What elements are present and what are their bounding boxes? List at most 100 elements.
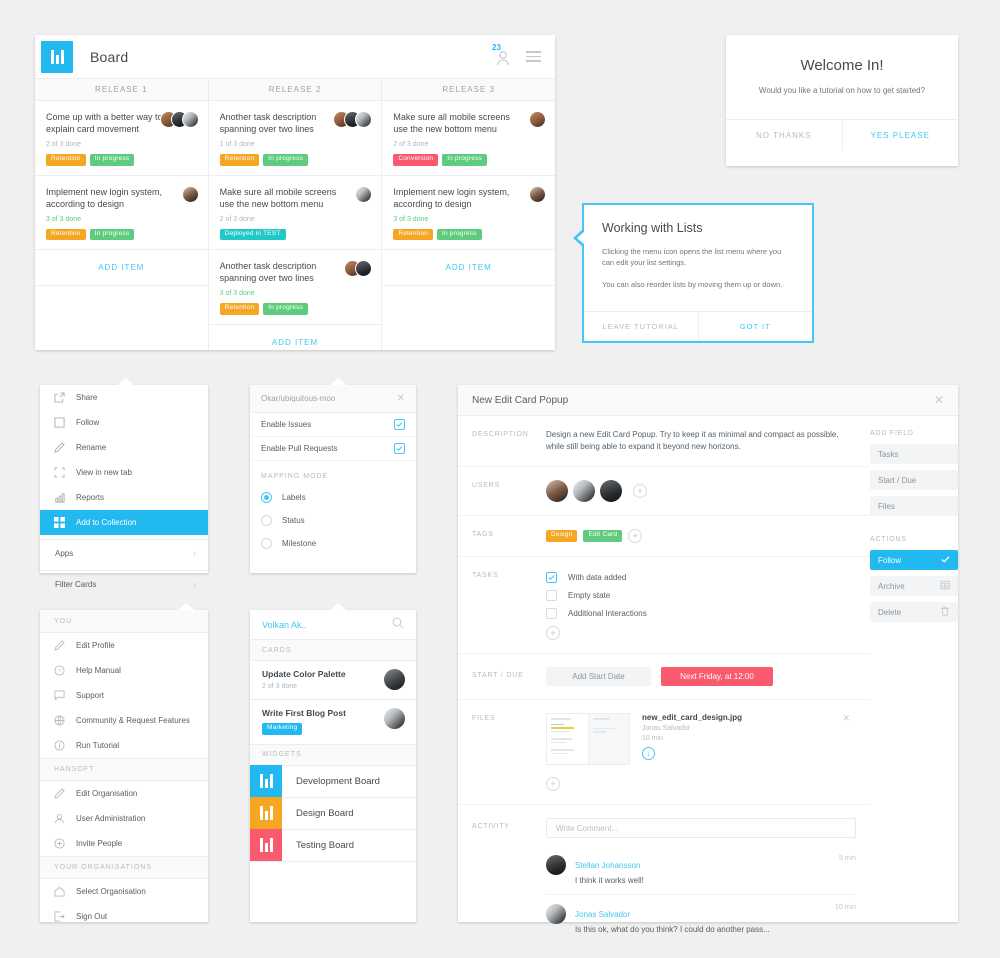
comment-input[interactable]: Write Comment... — [546, 818, 856, 838]
widget-design-board[interactable]: Design Board — [250, 797, 416, 830]
remove-file-icon[interactable]: ✕ — [842, 713, 850, 724]
column-header[interactable]: RELEASE 3 — [382, 79, 556, 101]
radio-option-milestone[interactable]: Milestone — [250, 532, 416, 555]
board-card[interactable]: Implement new login system, according to… — [382, 176, 556, 250]
radio-icon[interactable] — [261, 515, 272, 526]
add-item-button[interactable]: ADD ITEM — [35, 250, 208, 286]
close-icon[interactable]: ✕ — [397, 393, 405, 404]
avatar[interactable] — [384, 708, 405, 729]
avatar[interactable] — [529, 111, 547, 128]
archive-button[interactable]: Archive — [870, 576, 958, 596]
board-card[interactable]: Make sure all mobile screens use the new… — [382, 101, 556, 176]
tag[interactable]: Retention — [219, 303, 260, 315]
tag[interactable]: In progress — [89, 154, 135, 166]
widget-testing-board[interactable]: Testing Board — [250, 829, 416, 862]
tag[interactable]: Design — [546, 530, 578, 542]
tag[interactable]: In progress — [89, 228, 135, 240]
menu-item-select-organisation[interactable]: Select Organisation — [40, 879, 208, 904]
avatar[interactable] — [355, 111, 373, 128]
checkbox-icon[interactable] — [546, 572, 557, 583]
menu-item-run-tutorial[interactable]: Run Tutorial — [40, 733, 208, 758]
add-item-button[interactable]: ADD ITEM — [382, 250, 556, 286]
tag[interactable]: In progress — [442, 154, 487, 166]
avatar[interactable] — [546, 904, 566, 924]
due-date-button[interactable]: Next Friday, at 12:00 — [661, 667, 773, 686]
checkbox-icon[interactable] — [394, 419, 405, 430]
menu-item-help-manual[interactable]: ? Help Manual — [40, 658, 208, 683]
avatar[interactable] — [181, 185, 199, 203]
menu-item-apps[interactable]: Apps › — [40, 540, 208, 566]
menu-item-share[interactable]: Share — [40, 385, 208, 410]
description-text[interactable]: Design a new Edit Card Popup. Try to kee… — [546, 429, 856, 453]
tag[interactable]: In progress — [263, 303, 309, 315]
radio-icon[interactable] — [261, 538, 272, 549]
add-task-button[interactable]: + — [546, 626, 560, 640]
menu-item-add-to-collection[interactable]: Add to Collection — [40, 510, 208, 535]
add-item-button[interactable]: ADD ITEM — [208, 325, 382, 361]
board-card[interactable]: Another task description spanning over t… — [208, 101, 382, 176]
menu-item-edit-organisation[interactable]: Edit Organisation — [40, 781, 208, 806]
avatar[interactable] — [181, 111, 199, 128]
menu-item-community[interactable]: Community & Request Features — [40, 708, 208, 733]
tag[interactable]: Retention — [46, 154, 86, 166]
menu-icon[interactable] — [526, 51, 541, 62]
task-item[interactable]: With data added — [546, 570, 856, 585]
search-result-card[interactable]: Update Color Palette 2 of 3 done — [250, 661, 416, 700]
avatar[interactable] — [600, 480, 622, 502]
file-name[interactable]: new_edit_card_design.jpg — [642, 713, 856, 722]
tag[interactable]: Edit Card — [583, 530, 623, 542]
search-input[interactable]: Volkan Ak.. — [250, 610, 416, 640]
toggle-enable-pull-requests[interactable]: Enable Pull Requests — [250, 437, 416, 461]
search-icon[interactable] — [392, 616, 404, 634]
leave-tutorial-button[interactable]: LEAVE TUTORIAL — [584, 312, 699, 341]
yes-please-button[interactable]: YES PLEASE — [843, 120, 959, 151]
toggle-enable-issues[interactable]: Enable Issues — [250, 413, 416, 437]
download-icon[interactable]: ↓ — [642, 747, 655, 760]
file-thumbnail[interactable] — [546, 713, 630, 765]
menu-item-sign-out[interactable]: Sign Out — [40, 904, 208, 929]
menu-item-filter-cards[interactable]: Filter Cards › — [40, 571, 208, 597]
add-start-date-button[interactable]: Add Start Date — [546, 667, 651, 686]
add-user-button[interactable]: + — [633, 484, 647, 498]
task-item[interactable]: Additional Interactions — [546, 606, 856, 621]
menu-item-reports[interactable]: Reports — [40, 485, 208, 510]
menu-item-support[interactable]: Support — [40, 683, 208, 708]
add-field-files-button[interactable]: Files — [870, 496, 958, 516]
board-card[interactable]: Implement new login system, according to… — [35, 176, 208, 250]
avatar[interactable] — [384, 669, 405, 690]
menu-item-edit-profile[interactable]: Edit Profile — [40, 633, 208, 658]
board-card[interactable]: Another task description spanning over t… — [208, 250, 382, 325]
task-item[interactable]: Empty state — [546, 588, 856, 603]
radio-icon[interactable] — [261, 492, 272, 503]
got-it-button[interactable]: GOT IT — [699, 312, 813, 341]
add-field-start-due-button[interactable]: Start / Due — [870, 470, 958, 490]
tag[interactable]: Conversion — [393, 154, 439, 166]
menu-item-view-in-new-tab[interactable]: View in new tab — [40, 460, 208, 485]
avatar[interactable] — [546, 480, 568, 502]
comment-author[interactable]: Jonas Salvador — [575, 910, 630, 919]
close-icon[interactable]: ✕ — [934, 393, 944, 407]
add-tag-button[interactable]: + — [628, 529, 643, 543]
tag[interactable]: Deployed in TEST — [219, 228, 286, 240]
comment-author[interactable]: Stellan Johansson — [575, 861, 640, 870]
menu-item-user-administration[interactable]: User Administration — [40, 806, 208, 831]
avatar[interactable] — [529, 185, 547, 203]
follow-button[interactable]: Follow — [870, 550, 958, 570]
widget-development-board[interactable]: Development Board — [250, 765, 416, 798]
search-result-card[interactable]: Write First Blog Post Marketing — [250, 700, 416, 745]
radio-option-labels[interactable]: Labels — [250, 486, 416, 509]
checkbox-icon[interactable] — [546, 590, 557, 601]
avatar[interactable] — [573, 480, 595, 502]
board-card[interactable]: Come up with a better way to explain car… — [35, 101, 208, 176]
no-thanks-button[interactable]: NO THANKS — [726, 120, 843, 151]
avatar[interactable] — [355, 260, 373, 277]
tag[interactable]: Retention — [46, 228, 86, 240]
checkbox-icon[interactable] — [546, 608, 557, 619]
board-card[interactable]: Make sure all mobile screens use the new… — [208, 176, 382, 250]
tag[interactable]: In progress — [263, 154, 309, 166]
column-header[interactable]: RELEASE 1 — [35, 79, 208, 101]
tag[interactable]: Retention — [219, 154, 260, 166]
avatar[interactable] — [546, 855, 566, 875]
delete-button[interactable]: Delete — [870, 602, 958, 622]
tag[interactable]: Marketing — [262, 723, 303, 735]
